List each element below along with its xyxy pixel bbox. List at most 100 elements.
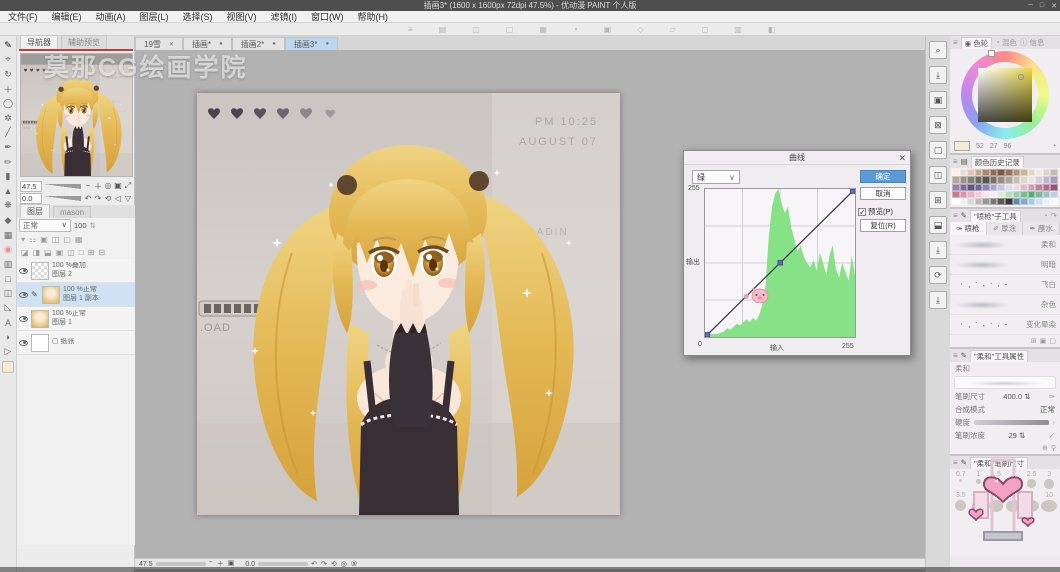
toolbar-icon[interactable]: ◻ xyxy=(702,25,709,34)
history-color-swatch[interactable] xyxy=(990,191,998,198)
preview-checkbox[interactable]: ✓ xyxy=(858,208,866,216)
layer-row[interactable]: 100 %正常图层 1 xyxy=(17,307,135,331)
subtool-item[interactable]: 柔和 xyxy=(950,235,1060,255)
history-color-swatch[interactable] xyxy=(982,169,990,176)
layers-filter-icon[interactable]: ▾ xyxy=(21,235,25,244)
history-color-swatch[interactable] xyxy=(982,176,990,183)
close-icon[interactable]: ✕ xyxy=(898,153,906,164)
history-color-swatch[interactable] xyxy=(997,198,1005,205)
tool-property-row[interactable]: 硬度› xyxy=(950,416,1060,429)
canvas-artwork[interactable] xyxy=(197,93,620,515)
history-color-swatch[interactable] xyxy=(997,169,1005,176)
blend-mode-select[interactable]: 正常∨ xyxy=(19,219,71,232)
saturation-value-square[interactable] xyxy=(978,68,1032,122)
history-color-swatch[interactable] xyxy=(1013,169,1021,176)
toolbar-icon[interactable]: ▢ xyxy=(506,25,514,34)
sv-cursor[interactable] xyxy=(1018,74,1024,80)
toolbar-icon[interactable]: ◧ xyxy=(768,25,776,34)
tab-color-wheel[interactable]: ◉ 色轮 xyxy=(961,37,993,49)
undo-icon[interactable]: ◔ xyxy=(1043,211,1048,220)
tab-modified-icon[interactable]: ● xyxy=(272,41,276,47)
airbrush-tool-icon[interactable]: ▲ xyxy=(1,184,15,199)
panel-menu-icon[interactable]: ≡ xyxy=(953,211,958,220)
toolbar-icon[interactable]: ▦ xyxy=(539,25,547,34)
panel-shortcut-icon[interactable]: ⤓ xyxy=(929,66,947,84)
toolbar-icon[interactable]: ≡ xyxy=(408,25,413,34)
history-color-swatch[interactable] xyxy=(975,198,983,205)
status-rotation-slider[interactable] xyxy=(258,562,308,566)
channel-select[interactable]: 绿∨ xyxy=(692,170,740,184)
subtool-category-tab[interactable]: ✒蘸水 xyxy=(1023,222,1060,235)
history-color-swatch[interactable] xyxy=(997,176,1005,183)
history-color-swatch[interactable] xyxy=(990,198,998,205)
toolbar-icon[interactable]: ▥ xyxy=(734,25,742,34)
layer-row[interactable]: ✎100 %正常图层 1 副本 xyxy=(17,283,135,307)
marker-tool-icon[interactable]: ▮ xyxy=(1,169,15,184)
eraser-tool-icon[interactable]: ◆ xyxy=(1,213,15,228)
history-color-swatch[interactable] xyxy=(952,169,960,176)
subtool-footer-icon[interactable]: ▣ xyxy=(1040,337,1047,345)
layers-filter-icon[interactable]: ◫ xyxy=(52,235,60,244)
pencil-tool-icon[interactable]: ✏ xyxy=(1,155,15,170)
tab-color-mixer[interactable]: ◔ 混色 xyxy=(995,37,1017,48)
menu-item[interactable]: 滤镜(I) xyxy=(271,10,298,23)
panel-shortcut-icon[interactable]: ▣ xyxy=(929,91,947,109)
history-color-swatch[interactable] xyxy=(952,198,960,205)
layers-action-icon[interactable]: ▣ xyxy=(56,248,64,257)
menu-item[interactable]: 动画(A) xyxy=(96,10,126,23)
navigator-rotate-button[interactable]: ↶ xyxy=(83,194,93,203)
history-color-swatch[interactable] xyxy=(1028,198,1036,205)
layers-filter-icon[interactable]: ▦ xyxy=(75,235,83,244)
history-color-swatch[interactable] xyxy=(1020,176,1028,183)
pen-pressure-icon[interactable]: › xyxy=(1053,418,1056,427)
navigator-zoom-button[interactable]: ◎ xyxy=(103,181,113,192)
history-color-swatch[interactable] xyxy=(1005,169,1013,176)
history-color-swatch[interactable] xyxy=(1050,184,1058,191)
brush-size-cell[interactable]: 10 xyxy=(1040,492,1058,512)
pen-pressure-icon[interactable]: ✑ xyxy=(1049,392,1055,401)
subtool-footer-icon[interactable]: ⊞ xyxy=(1031,337,1037,345)
tool-property-row[interactable]: 笔刷浓度29 ⇅✓ xyxy=(950,429,1060,442)
layer-visibility-eye-icon[interactable] xyxy=(19,292,28,298)
history-color-swatch[interactable] xyxy=(975,169,983,176)
toolbar-icon[interactable]: ◔ xyxy=(573,25,578,34)
history-color-swatch[interactable] xyxy=(967,169,975,176)
layers-opacity-value[interactable]: 100 xyxy=(74,221,87,230)
tool-property-footer-icon[interactable]: ⊕ xyxy=(1042,444,1048,452)
tab-color-info[interactable]: ⓘ 信息 xyxy=(1020,37,1045,48)
history-color-swatch[interactable] xyxy=(1035,191,1043,198)
balloon-tool-icon[interactable]: ◗ xyxy=(1,330,15,345)
history-color-swatch[interactable] xyxy=(990,176,998,183)
tab-modified-icon[interactable]: ● xyxy=(325,41,329,47)
subtool-item[interactable]: 飞白 xyxy=(950,275,1060,295)
tab-mason[interactable]: mason xyxy=(53,206,91,218)
panel-shortcut-icon[interactable]: ⤓ xyxy=(929,241,947,259)
zoom-tool-icon[interactable]: ⌖ xyxy=(1,53,15,68)
navigator-rotate-slider[interactable] xyxy=(44,196,81,201)
redo-icon[interactable]: ↷ xyxy=(1051,211,1057,220)
history-color-swatch[interactable] xyxy=(960,198,968,205)
subtool-footer-icon[interactable]: ▢ xyxy=(1049,337,1056,345)
panel-shortcut-icon[interactable]: ⊠ xyxy=(929,116,947,134)
history-color-swatch[interactable] xyxy=(1043,184,1051,191)
panel-menu-icon[interactable]: ≡ xyxy=(953,38,958,47)
history-color-swatch[interactable] xyxy=(1020,198,1028,205)
hue-cursor[interactable] xyxy=(988,50,995,57)
panel-menu-icon[interactable]: ≡ xyxy=(953,458,958,467)
navigator-rotate-value[interactable]: 0.0 xyxy=(20,193,42,204)
text-tool-icon[interactable]: A xyxy=(1,315,15,330)
layers-action-icon[interactable]: ◨ xyxy=(33,248,41,257)
history-color-swatch[interactable] xyxy=(997,191,1005,198)
subtool-item[interactable]: 明暗 xyxy=(950,255,1060,275)
toolbar-icon[interactable]: ▱ xyxy=(669,25,675,34)
history-color-swatch[interactable] xyxy=(1043,191,1051,198)
history-color-swatch[interactable] xyxy=(1035,176,1043,183)
panel-menu-icon[interactable]: ≡ xyxy=(953,351,958,360)
navigator-thumbnail[interactable] xyxy=(20,53,133,177)
move-tool-icon[interactable]: ＋ xyxy=(1,82,15,97)
panel-shortcut-icon[interactable]: ⤓ xyxy=(929,291,947,309)
history-color-swatch[interactable] xyxy=(952,176,960,183)
history-color-swatch[interactable] xyxy=(1005,198,1013,205)
rotate-view-tool-icon[interactable]: ↻ xyxy=(1,67,15,82)
layer-thumbnail[interactable] xyxy=(31,334,49,352)
